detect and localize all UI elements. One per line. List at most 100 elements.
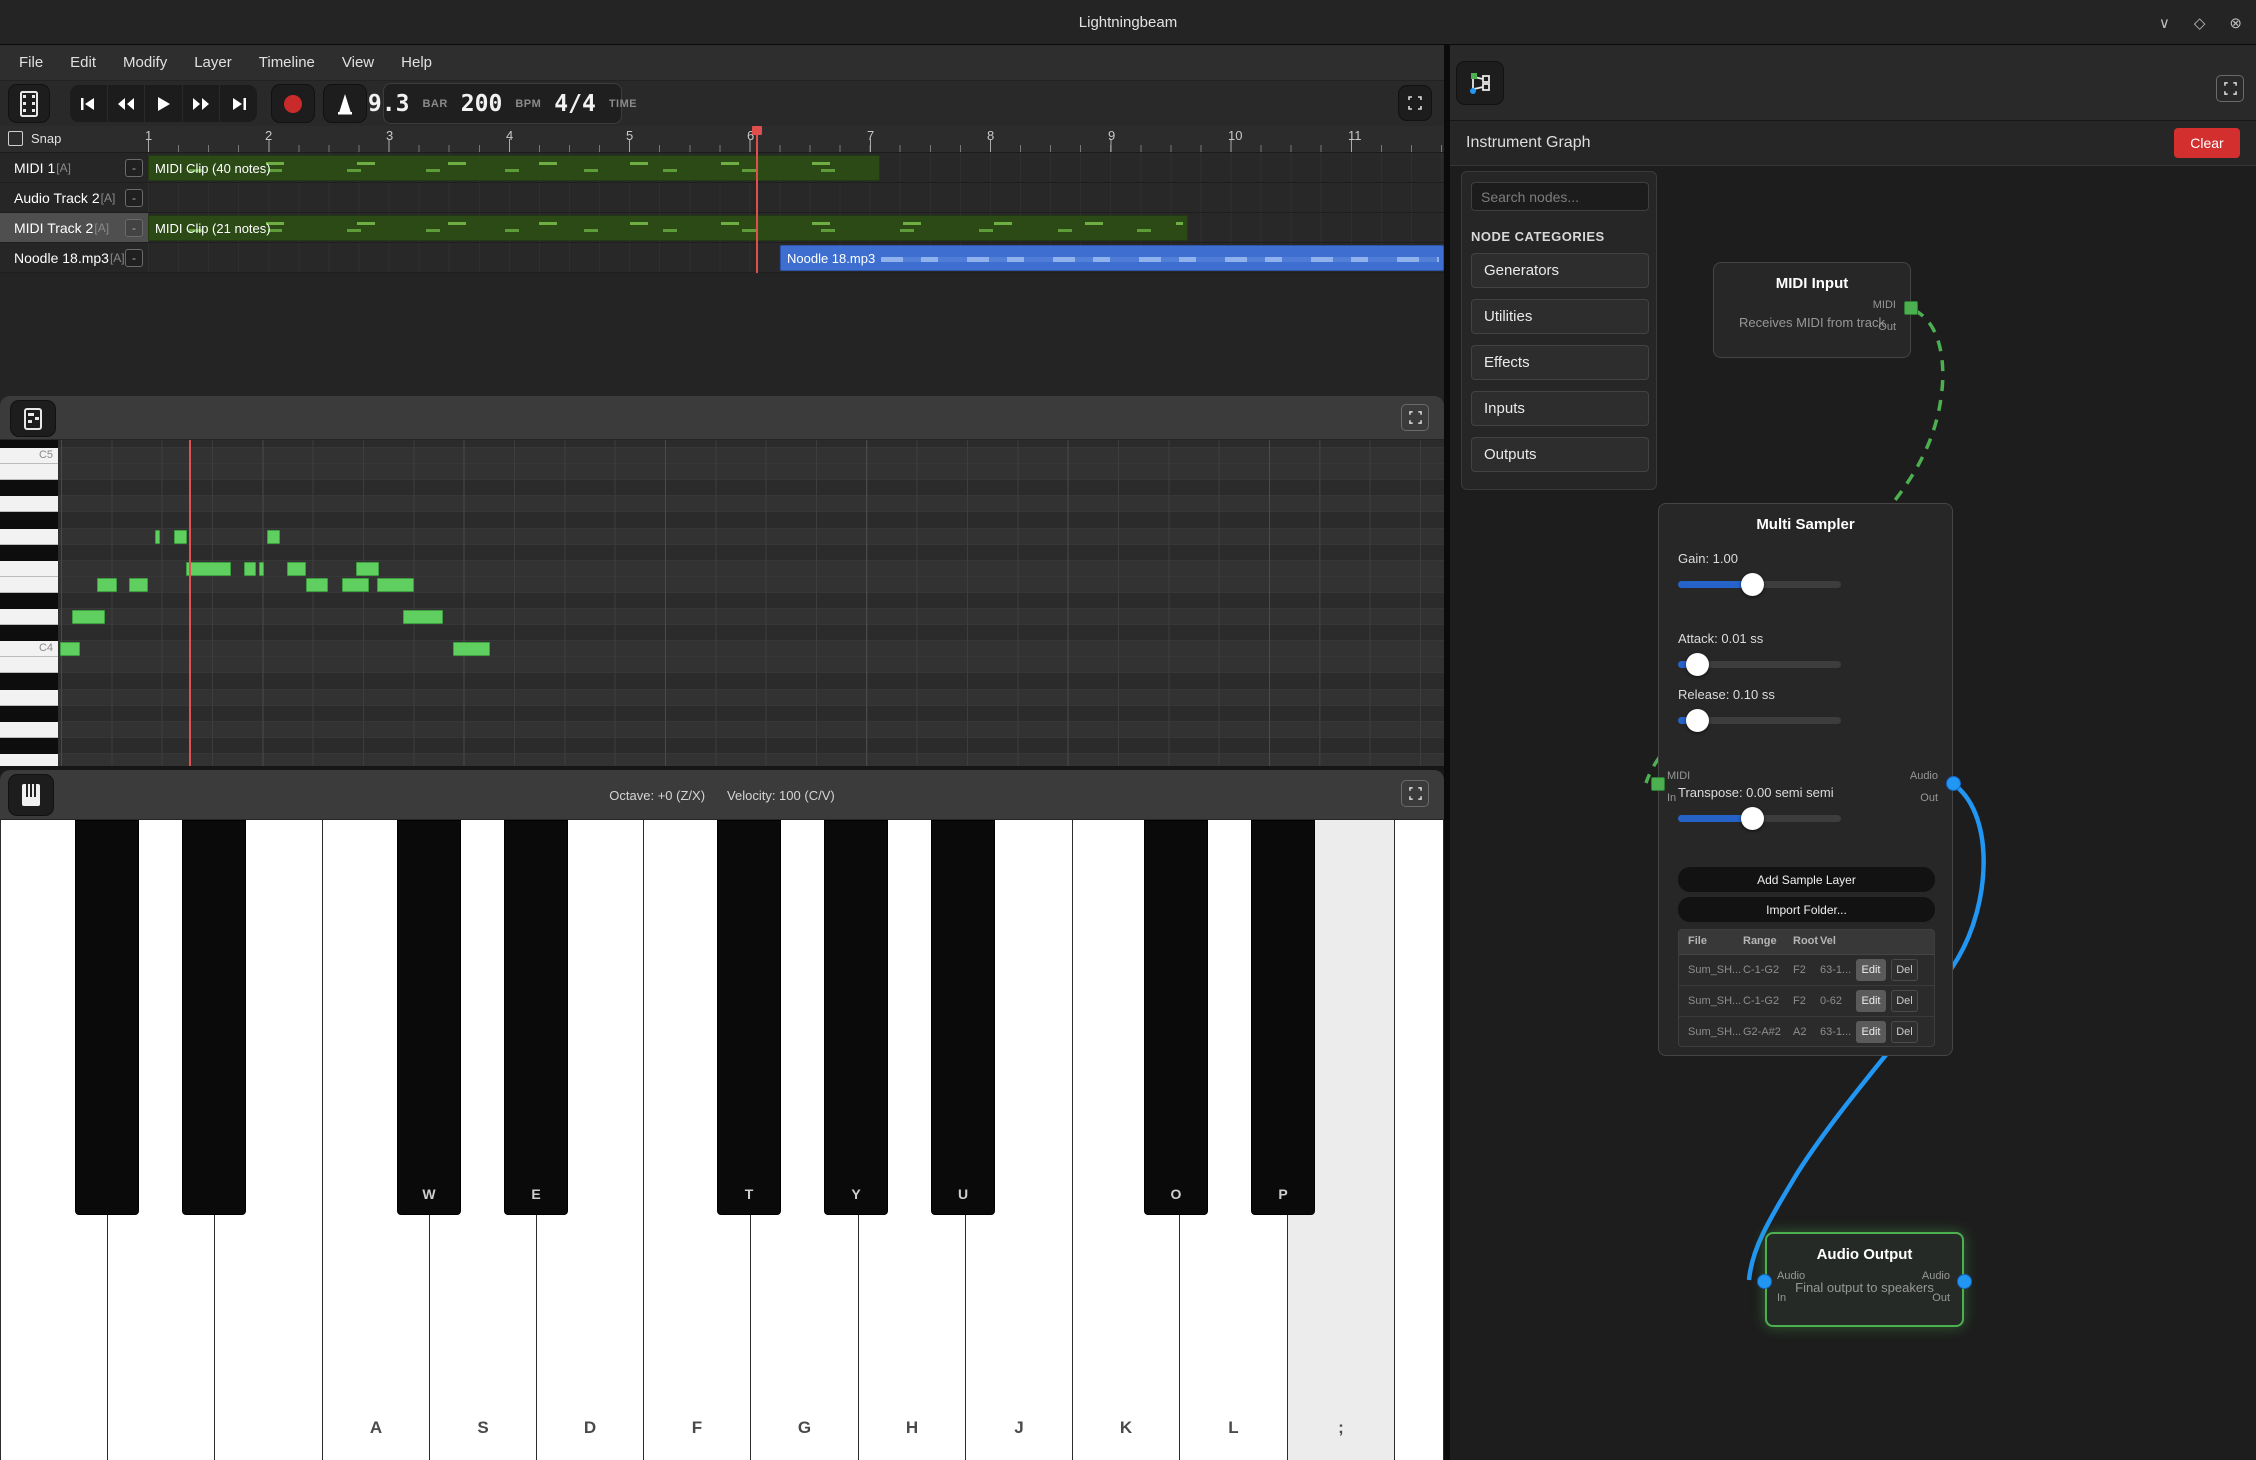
midi-note[interactable] [342, 578, 369, 592]
midi-note[interactable] [244, 562, 256, 576]
piano-roll-key[interactable] [0, 754, 58, 766]
track-row[interactable]: Noodle 18.mp3 Noodle 18.mp3 [A] - [0, 243, 1444, 273]
midi-note[interactable] [259, 562, 264, 576]
midi-note[interactable] [453, 642, 490, 656]
slider-knob[interactable] [1741, 573, 1764, 596]
delete-button[interactable]: Del [1891, 1021, 1918, 1043]
black-key[interactable]: T [717, 820, 781, 1215]
black-key[interactable]: E [504, 820, 568, 1215]
timeline-expand-button[interactable] [1398, 85, 1432, 121]
track-minus-button[interactable]: - [125, 189, 143, 207]
track-header[interactable]: Audio Track 2 [A] - [0, 183, 148, 212]
category-button[interactable]: Inputs [1471, 391, 1649, 426]
multi-sampler-node[interactable]: Multi Sampler Gain: 1.00 Att [1658, 503, 1953, 1056]
clip[interactable]: MIDI Clip (21 notes) [148, 215, 1188, 241]
piano-roll-key[interactable] [0, 673, 58, 689]
skip-start-button[interactable] [70, 85, 108, 122]
snap-control[interactable]: Snap [8, 131, 61, 146]
piano-roll-key[interactable] [0, 440, 58, 448]
menu-item[interactable]: File [19, 54, 43, 71]
midi-note[interactable] [403, 610, 443, 624]
black-key[interactable] [182, 820, 246, 1215]
edit-button[interactable]: Edit [1856, 1021, 1886, 1043]
edit-button[interactable]: Edit [1856, 959, 1886, 981]
snap-checkbox[interactable] [8, 131, 23, 146]
menu-item[interactable]: Modify [123, 54, 167, 71]
piano-roll-key[interactable] [0, 529, 58, 545]
midi-note[interactable] [97, 578, 117, 592]
midi-note[interactable] [306, 578, 328, 592]
track-header[interactable]: Noodle 18.mp3 [A] - [0, 243, 148, 272]
piano-roll-key[interactable] [0, 738, 58, 754]
piano-roll-grid[interactable] [58, 440, 1444, 766]
close-icon[interactable]: ⊗ [2229, 14, 2242, 32]
midi-note[interactable] [356, 562, 379, 576]
black-key[interactable]: W [397, 820, 461, 1215]
slider-knob[interactable] [1686, 653, 1709, 676]
audio-output-node[interactable]: Audio Output Final output to speakers Au… [1765, 1232, 1964, 1327]
param-slider[interactable] [1678, 661, 1841, 668]
timesig-value[interactable]: 4/4 [554, 91, 596, 117]
edit-button[interactable]: Edit [1856, 990, 1886, 1012]
piano-roll-expand-button[interactable] [1401, 404, 1429, 431]
track-row[interactable]: MIDI Clip (40 notes) MIDI 1 [A] - [0, 153, 1444, 183]
midi-note[interactable] [174, 530, 187, 544]
piano-roll-key[interactable] [0, 657, 58, 673]
midi-note[interactable] [60, 642, 80, 656]
clip[interactable]: MIDI Clip (40 notes) [148, 155, 880, 181]
fast-forward-button[interactable] [183, 85, 221, 122]
play-button[interactable] [145, 85, 183, 122]
white-key[interactable] [1394, 820, 1444, 1460]
timeline-ruler[interactable]: Snap 1234567891011 [0, 126, 1444, 153]
audio-out-port[interactable] [1957, 1274, 1972, 1289]
slider-knob[interactable] [1686, 709, 1709, 732]
piano-roll-key[interactable] [0, 545, 58, 561]
category-button[interactable]: Outputs [1471, 437, 1649, 472]
timeline-playhead-flag[interactable] [752, 126, 762, 135]
piano-roll-key[interactable] [0, 722, 58, 738]
track-name[interactable]: MIDI Track 2 [14, 220, 93, 236]
metronome-button[interactable] [323, 84, 367, 123]
track-name[interactable]: Audio Track 2 [14, 190, 100, 206]
slider-knob[interactable] [1741, 807, 1764, 830]
clip[interactable]: Noodle 18.mp3 [780, 245, 1444, 271]
track-lane[interactable]: MIDI Clip (21 notes) [148, 213, 1444, 242]
keyboard-toggle-button[interactable] [8, 774, 54, 816]
midi-note[interactable] [186, 562, 231, 576]
piano-roll-layout-button[interactable] [10, 400, 56, 437]
film-button[interactable] [8, 84, 50, 123]
menu-item[interactable]: View [342, 54, 374, 71]
bpm-value[interactable]: 200 [461, 91, 503, 117]
menu-item[interactable]: Timeline [259, 54, 315, 71]
delete-button[interactable]: Del [1891, 959, 1918, 981]
track-header[interactable]: MIDI 1 [A] - [0, 153, 148, 182]
param-slider[interactable] [1678, 581, 1841, 588]
piano-roll-key[interactable] [0, 609, 58, 625]
black-key[interactable] [75, 820, 139, 1215]
graph-canvas[interactable]: NODE CATEGORIES GeneratorsUtilitiesEffec… [1450, 166, 2256, 1460]
piano-roll-key[interactable] [0, 625, 58, 641]
track-minus-button[interactable]: - [125, 249, 143, 267]
graph-expand-button[interactable] [2216, 75, 2244, 102]
black-key[interactable]: Y [824, 820, 888, 1215]
clear-button[interactable]: Clear [2174, 128, 2240, 158]
midi-out-port[interactable] [1904, 301, 1918, 315]
piano-roll-key[interactable]: C4 [0, 641, 58, 657]
track-lane[interactable]: Noodle 18.mp3 [148, 243, 1444, 272]
midi-in-port[interactable] [1651, 777, 1665, 791]
keyboard-expand-button[interactable] [1401, 780, 1429, 807]
audio-in-port[interactable] [1757, 1274, 1772, 1289]
audio-out-port[interactable] [1946, 776, 1961, 791]
menu-item[interactable]: Layer [194, 54, 232, 71]
piano-roll-key[interactable] [0, 593, 58, 609]
piano-roll-key[interactable] [0, 577, 58, 593]
midi-input-node[interactable]: MIDI Input Receives MIDI from track MIDI… [1713, 262, 1911, 358]
track-row[interactable]: Audio Track 2 [A] - [0, 183, 1444, 213]
midi-note[interactable] [129, 578, 148, 592]
black-key[interactable]: O [1144, 820, 1208, 1215]
track-lane[interactable] [148, 183, 1444, 212]
piano-roll-key[interactable]: C5 [0, 448, 58, 464]
black-key[interactable]: P [1251, 820, 1315, 1215]
menu-item[interactable]: Edit [70, 54, 96, 71]
track-name[interactable]: MIDI 1 [14, 160, 55, 176]
